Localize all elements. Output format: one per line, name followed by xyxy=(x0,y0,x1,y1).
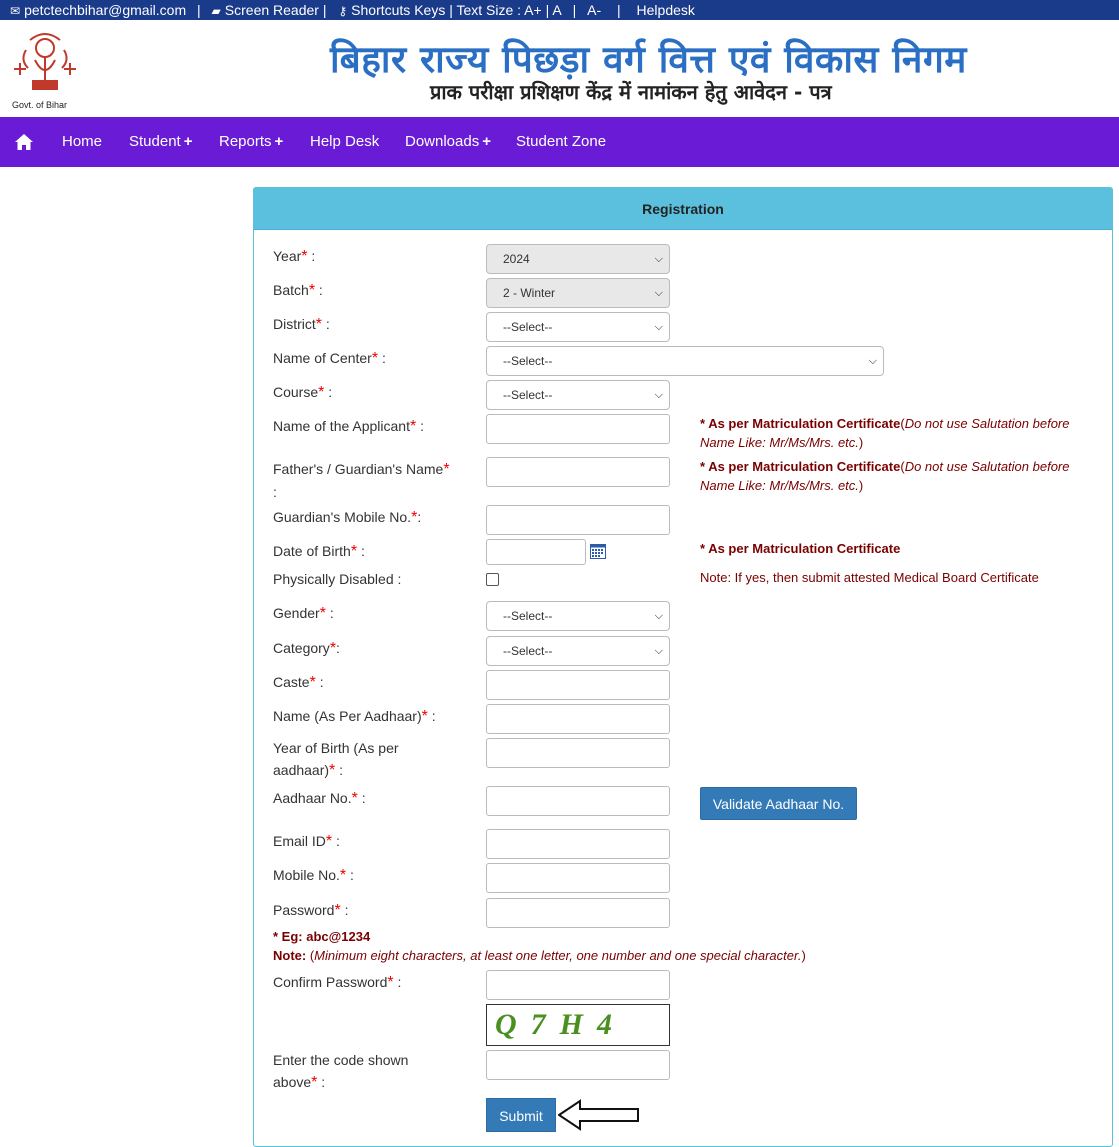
site-title: बिहार राज्य पिछड़ा वर्ग वित्त एवं विकास … xyxy=(330,38,967,81)
applicant-name-note: * As per Matriculation Certificate(Do no… xyxy=(700,416,1070,450)
key-icon: ⚷ xyxy=(338,4,348,18)
chevron-down-icon: ⌵ xyxy=(654,610,663,622)
district-select[interactable]: --Select-- ⌵ xyxy=(486,312,670,342)
arrow-left-icon xyxy=(558,1099,639,1131)
chevron-down-icon: ⌵ xyxy=(654,321,663,333)
aadhaar-no-label: Aadhaar No.* : xyxy=(273,790,366,807)
captcha-label: Enter the code shown above* : xyxy=(273,1052,409,1091)
site-subtitle: प्राक परीक्षा प्रशिक्षण केंद्र में नामां… xyxy=(430,80,832,104)
guardian-name-label: Father's / Guardian's Name*: xyxy=(273,461,450,500)
password-input[interactable] xyxy=(486,898,670,928)
submit-button[interactable]: Submit xyxy=(486,1098,556,1132)
guardian-name-input[interactable] xyxy=(486,457,670,487)
batch-label: Batch* : xyxy=(273,282,323,299)
disabled-label: Physically Disabled : xyxy=(273,571,402,587)
nav-student[interactable]: Student + xyxy=(129,117,192,167)
center-label: Name of Center* : xyxy=(273,350,386,367)
guardian-name-note: * As per Matriculation Certificate(Do no… xyxy=(700,459,1070,493)
panel-heading: Registration xyxy=(254,188,1112,230)
aadhaar-no-input[interactable] xyxy=(486,786,670,816)
emblem-caption: Govt. of Bihar xyxy=(12,100,68,110)
helpdesk-link[interactable]: Helpdesk xyxy=(637,0,695,20)
dob-note: * As per Matriculation Certificate xyxy=(700,541,901,556)
plus-icon: + xyxy=(183,133,193,150)
screen-reader-link[interactable]: ▰ Screen Reader | xyxy=(212,0,327,21)
nav-downloads[interactable]: Downloads + xyxy=(405,117,491,167)
envelope-icon: ✉ xyxy=(10,4,21,18)
course-label: Course* : xyxy=(273,384,333,401)
course-select[interactable]: --Select-- ⌵ xyxy=(486,380,670,410)
captcha-input[interactable] xyxy=(486,1050,670,1080)
applicant-name-input[interactable] xyxy=(486,414,670,444)
top-bar: ✉ petctechbihar@gmail.com | ▰ Screen Reade… xyxy=(0,0,1119,20)
separator: | xyxy=(617,2,621,18)
main-nav: Home Student + Reports + Help Desk Downloa… xyxy=(0,117,1119,167)
guardian-mobile-label: Guardian's Mobile No.*: xyxy=(273,509,422,526)
registration-panel: Registration xyxy=(253,187,1113,1147)
aadhaar-name-label: Name (As Per Aadhaar)* : xyxy=(273,708,436,725)
site-header: Govt. of Bihar बिहार राज्य पिछड़ा वर्ग व… xyxy=(0,20,1119,117)
aadhaar-yob-input[interactable] xyxy=(486,738,670,768)
category-select[interactable]: --Select-- ⌵ xyxy=(486,636,670,666)
nav-helpdesk[interactable]: Help Desk xyxy=(310,117,379,167)
caste-label: Caste* : xyxy=(273,674,324,691)
shortcuts-link[interactable]: ⚷ Shortcuts Keys | Text Size : A+ | A xyxy=(338,0,561,21)
separator: | xyxy=(572,2,577,18)
category-label: Category*: xyxy=(273,640,340,657)
separator: | xyxy=(197,2,201,18)
year-label: Year* : xyxy=(273,248,316,265)
chevron-down-icon: ⌵ xyxy=(654,253,663,265)
book-icon: ▰ xyxy=(211,4,221,18)
nav-home[interactable]: Home xyxy=(62,117,102,167)
calendar-icon[interactable] xyxy=(590,543,606,559)
gender-select[interactable]: --Select-- ⌵ xyxy=(486,601,670,631)
batch-select[interactable]: 2 - Winter ⌵ xyxy=(486,278,670,308)
captcha-image: Q7H4 xyxy=(486,1004,670,1046)
password-rules-note: Note: (Minimum eight characters, at leas… xyxy=(273,948,806,963)
chevron-down-icon: ⌵ xyxy=(654,287,663,299)
plus-icon: + xyxy=(482,133,491,150)
mobile-label: Mobile No.* : xyxy=(273,867,354,884)
year-select[interactable]: 2024 ⌵ xyxy=(486,244,670,274)
aadhaar-yob-label: Year of Birth (As per aadhaar)* : xyxy=(273,740,399,779)
email-link[interactable]: ✉ petctechbihar@gmail.com xyxy=(10,0,186,21)
dob-input[interactable] xyxy=(486,539,586,565)
gender-label: Gender* : xyxy=(273,605,334,622)
confirm-password-label: Confirm Password* : xyxy=(273,974,402,991)
chevron-down-icon: ⌵ xyxy=(654,645,663,657)
nav-reports[interactable]: Reports + xyxy=(219,117,283,167)
applicant-name-label: Name of the Applicant* : xyxy=(273,418,424,435)
text-size-decrease[interactable]: A- xyxy=(587,0,601,20)
district-label: District* : xyxy=(273,316,330,333)
aadhaar-name-input[interactable] xyxy=(486,704,670,734)
caste-input[interactable] xyxy=(486,670,670,700)
center-select[interactable]: --Select-- ⌵ xyxy=(486,346,884,376)
nav-student-zone[interactable]: Student Zone xyxy=(516,117,606,167)
guardian-mobile-input[interactable] xyxy=(486,505,670,535)
chevron-down-icon: ⌵ xyxy=(654,389,663,401)
chevron-down-icon: ⌵ xyxy=(868,355,877,367)
disabled-checkbox[interactable] xyxy=(486,573,499,586)
confirm-password-input[interactable] xyxy=(486,970,670,1000)
validate-aadhaar-button[interactable]: Validate Aadhaar No. xyxy=(700,787,857,820)
dob-label: Date of Birth* : xyxy=(273,543,365,560)
email-input[interactable] xyxy=(486,829,670,859)
password-label: Password* : xyxy=(273,902,349,919)
password-example: * Eg: abc@1234 xyxy=(273,929,371,944)
home-icon[interactable] xyxy=(14,117,34,167)
email-label: Email ID* : xyxy=(273,833,340,850)
plus-icon: + xyxy=(274,133,284,150)
disabled-note: Note: If yes, then submit attested Medic… xyxy=(700,570,1039,585)
mobile-input[interactable] xyxy=(486,863,670,893)
captcha-code: Q7H4 xyxy=(495,1008,626,1041)
